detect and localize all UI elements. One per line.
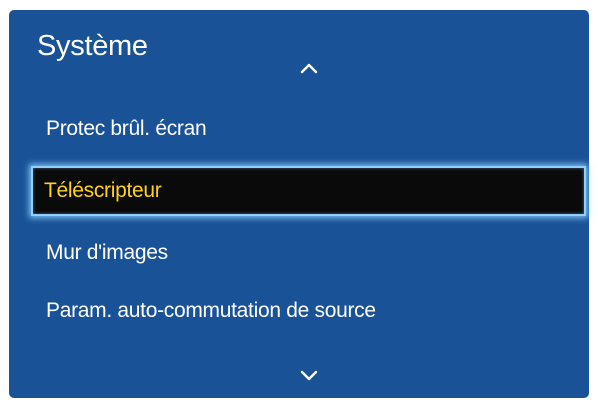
menu-item-auto-source-switching[interactable]: Param. auto-commutation de source <box>9 291 589 331</box>
menu-item-ticker[interactable]: Téléscripteur <box>31 166 586 216</box>
chevron-down-icon[interactable] <box>299 370 319 382</box>
menu-item-label: Protec brûl. écran <box>46 117 207 140</box>
menu-item-video-wall[interactable]: Mur d'images <box>9 233 589 273</box>
menu-item-label: Param. auto-commutation de source <box>46 299 376 322</box>
chevron-up-icon[interactable] <box>299 62 319 74</box>
system-menu-panel: Système Protec brûl. écran Téléscripteur… <box>9 10 589 398</box>
menu-title: Système <box>37 30 148 62</box>
menu-item-label: Mur d'images <box>46 241 168 264</box>
menu-item-screen-burn-protection[interactable]: Protec brûl. écran <box>9 109 589 149</box>
menu-item-label: Téléscripteur <box>44 179 162 202</box>
